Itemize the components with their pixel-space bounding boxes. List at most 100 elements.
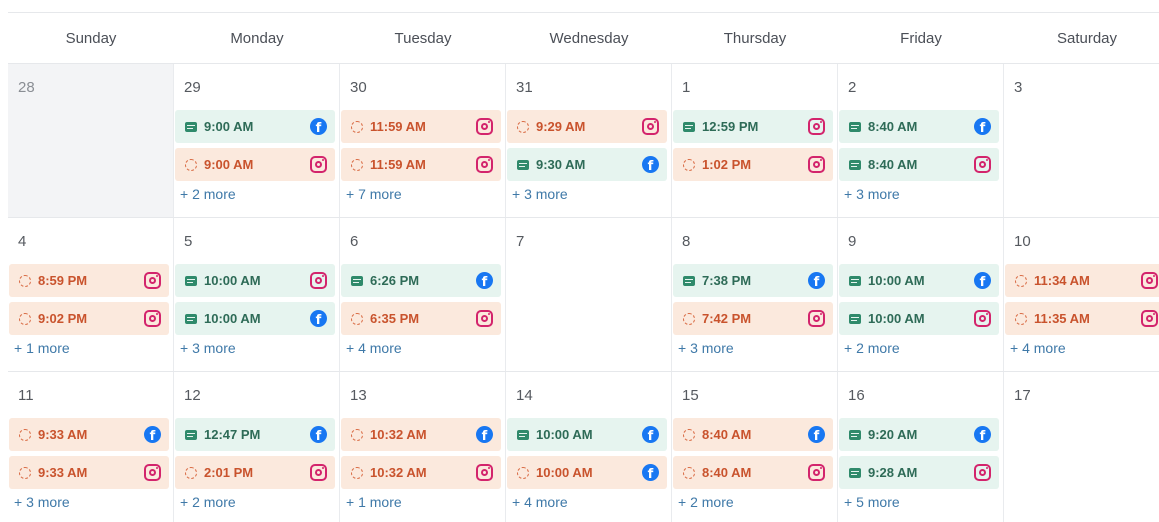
post-chip[interactable]: 7:42 PM	[673, 302, 833, 335]
post-chip[interactable]: 10:00 AM f	[507, 456, 667, 489]
post-chip[interactable]: 10:00 AM f	[175, 302, 335, 335]
post-chip[interactable]: 7:38 PM f	[673, 264, 833, 297]
post-time: 11:35 AM	[1034, 311, 1090, 326]
more-posts-link[interactable]: + 4 more	[341, 340, 501, 356]
scheduled-clock-icon	[185, 158, 197, 171]
post-chip[interactable]: 6:26 PM f	[341, 264, 501, 297]
instagram-icon	[476, 118, 493, 135]
post-time: 7:38 PM	[702, 273, 752, 288]
day-cell[interactable]: 3	[1004, 64, 1159, 217]
day-cell[interactable]: 31 9:29 AM 9:30 AM f + 3 more	[506, 64, 672, 217]
more-posts-link[interactable]: + 3 more	[839, 186, 999, 202]
post-time: 9:00 AM	[204, 157, 254, 172]
post-chip[interactable]: 9:33 AM	[9, 456, 169, 489]
published-post-icon	[849, 159, 861, 170]
instagram-icon	[144, 464, 161, 481]
day-cell[interactable]: 7	[506, 218, 672, 371]
more-posts-link[interactable]: + 2 more	[673, 494, 833, 510]
day-cell[interactable]: 4 8:59 PM 9:02 PM + 1 more	[8, 218, 174, 371]
more-posts-link[interactable]: + 2 more	[175, 494, 335, 510]
day-cell[interactable]: 9 10:00 AM f 10:00 AM + 2 more	[838, 218, 1004, 371]
more-posts-link[interactable]: + 1 more	[9, 340, 169, 356]
date-number: 6	[350, 233, 359, 250]
more-posts-link[interactable]: + 2 more	[175, 186, 335, 202]
day-cell[interactable]: 11 9:33 AM f 9:33 AM + 3 more	[8, 372, 174, 522]
post-chip[interactable]: 10:00 AM f	[839, 264, 999, 297]
date-number: 11	[18, 387, 34, 404]
post-chip[interactable]: 10:32 AM f	[341, 418, 501, 451]
post-chip[interactable]: 9:00 AM	[175, 148, 335, 181]
post-time: 12:47 PM	[204, 427, 261, 442]
post-chip[interactable]: 10:00 AM	[175, 264, 335, 297]
day-cell[interactable]: 2 8:40 AM f 8:40 AM + 3 more	[838, 64, 1004, 217]
instagram-icon	[476, 156, 493, 173]
post-chip[interactable]: 11:35 AM	[1005, 302, 1159, 335]
facebook-icon: f	[476, 426, 493, 443]
day-cell[interactable]: 16 9:20 AM f 9:28 AM + 5 more	[838, 372, 1004, 522]
scheduled-clock-icon	[351, 120, 363, 133]
more-posts-link[interactable]: + 3 more	[673, 340, 833, 356]
post-chip[interactable]: 8:59 PM	[9, 264, 169, 297]
post-chip[interactable]: 9:02 PM	[9, 302, 169, 335]
day-cell[interactable]: 14 10:00 AM f 10:00 AM f + 4 more	[506, 372, 672, 522]
more-posts-link[interactable]: + 7 more	[341, 186, 501, 202]
post-time: 10:00 AM	[868, 311, 925, 326]
more-posts-link[interactable]: + 3 more	[175, 340, 335, 356]
more-posts-link[interactable]: + 4 more	[1005, 340, 1159, 356]
post-chip[interactable]: 9:30 AM f	[507, 148, 667, 181]
more-posts-link[interactable]: + 2 more	[839, 340, 999, 356]
post-chip[interactable]: 1:02 PM	[673, 148, 833, 181]
post-chip[interactable]: 9:29 AM	[507, 110, 667, 143]
post-list: 8:59 PM 9:02 PM + 1 more	[9, 264, 169, 356]
day-cell[interactable]: 1 12:59 PM 1:02 PM	[672, 64, 838, 217]
post-list: 9:29 AM 9:30 AM f + 3 more	[507, 110, 667, 202]
day-cell[interactable]: 8 7:38 PM f 7:42 PM + 3 more	[672, 218, 838, 371]
day-cell[interactable]: 5 10:00 AM 10:00 AM f + 3 more	[174, 218, 340, 371]
post-list: 10:00 AM 10:00 AM f + 3 more	[175, 264, 335, 356]
post-chip[interactable]: 9:33 AM f	[9, 418, 169, 451]
date-number: 2	[848, 79, 857, 96]
day-cell[interactable]: 29 9:00 AM f 9:00 AM + 2 more	[174, 64, 340, 217]
facebook-icon: f	[808, 426, 825, 443]
post-chip[interactable]: 10:00 AM f	[507, 418, 667, 451]
post-chip[interactable]: 11:59 AM	[341, 148, 501, 181]
more-posts-link[interactable]: + 5 more	[839, 494, 999, 510]
day-cell[interactable]: 15 8:40 AM f 8:40 AM + 2 more	[672, 372, 838, 522]
date-number: 5	[184, 233, 193, 250]
post-chip[interactable]: 12:59 PM	[673, 110, 833, 143]
post-chip[interactable]: 9:20 AM f	[839, 418, 999, 451]
more-posts-link[interactable]: + 3 more	[9, 494, 169, 510]
day-cell[interactable]: 17	[1004, 372, 1159, 522]
post-chip[interactable]: 12:47 PM f	[175, 418, 335, 451]
post-chip[interactable]: 10:32 AM	[341, 456, 501, 489]
instagram-icon	[808, 156, 825, 173]
date-number: 1	[682, 79, 691, 96]
post-chip[interactable]: 11:34 AM	[1005, 264, 1159, 297]
day-cell[interactable]: 13 10:32 AM f 10:32 AM + 1 more	[340, 372, 506, 522]
calendar-month-view: Sunday Monday Tuesday Wednesday Thursday Frid…	[8, 12, 1159, 522]
day-cell[interactable]: 10 11:34 AM 11:35 AM + 4 more	[1004, 218, 1159, 371]
more-posts-link[interactable]: + 4 more	[507, 494, 667, 510]
more-posts-link[interactable]: + 1 more	[341, 494, 501, 510]
post-chip[interactable]: 8:40 AM	[839, 148, 999, 181]
post-time: 1:02 PM	[702, 157, 752, 172]
post-chip[interactable]: 8:40 AM f	[839, 110, 999, 143]
day-cell[interactable]: 12 12:47 PM f 2:01 PM + 2 more	[174, 372, 340, 522]
post-chip[interactable]: 8:40 AM	[673, 456, 833, 489]
post-chip[interactable]: 9:28 AM	[839, 456, 999, 489]
facebook-icon: f	[974, 426, 991, 443]
day-cell[interactable]: 30 11:59 AM 11:59 AM + 7 more	[340, 64, 506, 217]
post-chip[interactable]: 9:00 AM f	[175, 110, 335, 143]
post-chip[interactable]: 2:01 PM	[175, 456, 335, 489]
day-cell[interactable]: 6 6:26 PM f 6:35 PM + 4 more	[340, 218, 506, 371]
scheduled-clock-icon	[1015, 312, 1027, 325]
day-cell[interactable]: 28	[8, 64, 174, 217]
post-chip[interactable]: 10:00 AM	[839, 302, 999, 335]
post-time: 9:02 PM	[38, 311, 88, 326]
post-chip[interactable]: 8:40 AM f	[673, 418, 833, 451]
instagram-icon	[476, 464, 493, 481]
post-chip[interactable]: 11:59 AM	[341, 110, 501, 143]
post-chip[interactable]: 6:35 PM	[341, 302, 501, 335]
post-time: 11:34 AM	[1034, 273, 1090, 288]
more-posts-link[interactable]: + 3 more	[507, 186, 667, 202]
